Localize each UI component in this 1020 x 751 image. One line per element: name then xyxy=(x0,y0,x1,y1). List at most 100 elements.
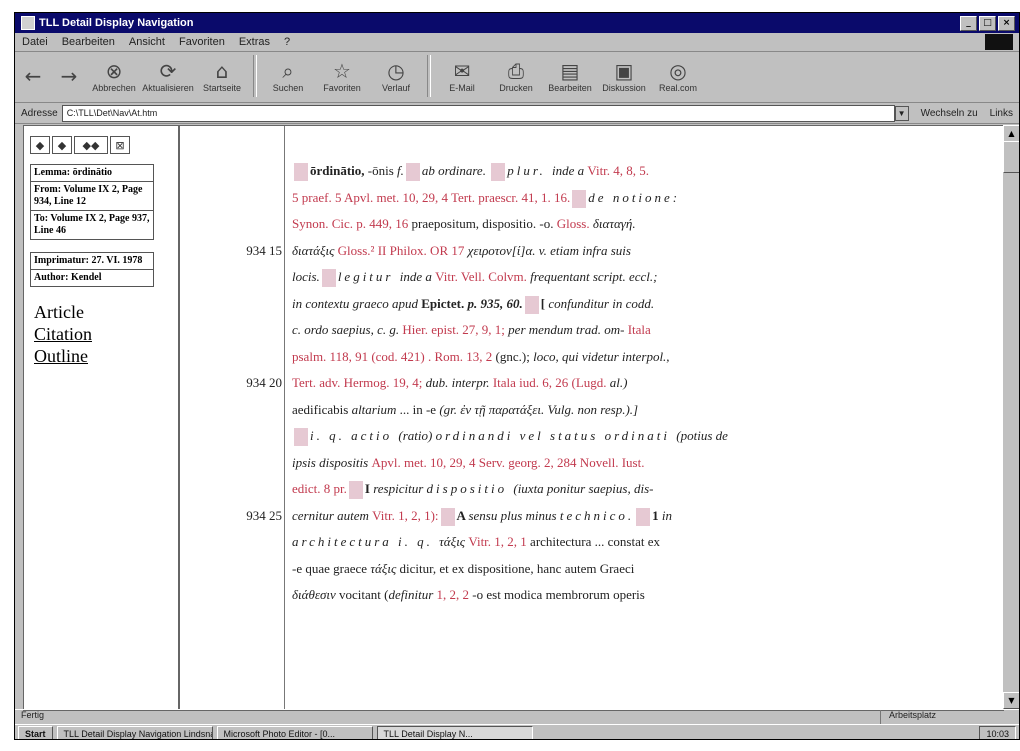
discuss-label: Diskussion xyxy=(602,83,646,93)
text-run: Itala xyxy=(627,322,651,337)
text-run: p. 935, 60. xyxy=(467,295,523,311)
window-controls: _ □ × xyxy=(960,15,1015,31)
refresh-label: Aktualisieren xyxy=(142,83,194,93)
address-label: Adresse xyxy=(21,107,58,119)
browser-window: TLL Detail Display Navigation _ □ × Date… xyxy=(14,12,1020,740)
menu-tools[interactable]: Extras xyxy=(232,36,277,48)
refresh-button[interactable]: ⟳ Aktualisieren xyxy=(141,52,195,100)
address-dropdown-icon[interactable]: ▼ xyxy=(894,105,909,121)
text-run: vocitant ( xyxy=(339,587,389,602)
lemma: Lemma: ōrdinātio xyxy=(31,165,153,182)
discuss-button[interactable]: ▣ Diskussion xyxy=(597,52,651,100)
outline-link[interactable]: Outline xyxy=(34,345,178,367)
text-run: -e quae graece xyxy=(292,560,371,576)
vertical-scrollbar[interactable]: ▲ ▼ xyxy=(1003,125,1019,709)
status-bar: Fertig Arbeitsplatz xyxy=(15,709,1019,724)
text-run: c. ordo saepius, c. g. xyxy=(292,322,403,337)
marker-icon xyxy=(524,295,539,314)
refresh-icon: ⟳ xyxy=(159,59,177,83)
article-link[interactable]: Article xyxy=(34,301,178,323)
text-run: (gr. ἐν τῇ παρατάξει. Vulg. non resp.).] xyxy=(439,401,639,417)
text-run: ipsis dispositis xyxy=(292,454,372,470)
text-run: Tert. adv. Hermog. 19, 4; xyxy=(292,375,426,390)
mail-label: E-Mail xyxy=(449,83,475,93)
text-run: per mendum trad. om- xyxy=(508,322,628,337)
go-button[interactable]: Wechseln zu xyxy=(915,108,984,119)
marker-icon xyxy=(572,189,587,208)
forward-button[interactable]: → xyxy=(51,52,87,100)
marker-icon xyxy=(321,269,336,288)
taskbar-item[interactable]: Microsoft Photo Editor - [0... xyxy=(216,726,373,739)
marker-icon xyxy=(636,507,651,526)
clock: 10:03 xyxy=(986,728,1009,739)
home-button[interactable]: ⌂ Startseite xyxy=(195,52,249,100)
jump-icon[interactable]: ◆◆ xyxy=(74,136,108,154)
text-run: legitur xyxy=(337,269,400,284)
next-icon[interactable]: ◆ xyxy=(52,136,72,154)
text-run: I xyxy=(364,481,374,496)
stop-icon: ⊗ xyxy=(105,59,123,83)
stop-button[interactable]: ⊗ Abbrechen xyxy=(87,52,141,100)
scroll-thumb[interactable] xyxy=(1003,141,1019,173)
menu-view[interactable]: Ansicht xyxy=(122,36,172,48)
article-line: ōrdinātio, -ōnis f. ab ordinare. plur. in… xyxy=(292,163,992,182)
menu-help[interactable]: ? xyxy=(277,36,297,48)
sidebar-links: Article Citation Outline xyxy=(34,301,178,367)
article-line: Tert. adv. Hermog. 19, 4; dub. interpr. … xyxy=(292,375,992,391)
taskbar-item-active[interactable]: TLL Detail Display N... xyxy=(376,726,533,739)
text-run: (iuxta ponitur saepius, dis- xyxy=(513,481,654,496)
start-button[interactable]: Start xyxy=(18,726,53,739)
citation-link[interactable]: Citation xyxy=(34,323,178,345)
text-run: Vitr. 4, 8, 5. xyxy=(587,163,650,178)
article-line: διάθεσιν vocitant (definitur 1, 2, 2 -o … xyxy=(292,587,992,603)
article-line: 5 praef. 5 Apvl. met. 10, 29, 4 Tert. pr… xyxy=(292,190,992,208)
text-run: de notione: xyxy=(588,189,681,205)
window-icon xyxy=(21,16,35,30)
scroll-up-icon[interactable]: ▲ xyxy=(1003,125,1019,142)
marker-icon xyxy=(348,481,363,500)
text-run: confunditur in codd. xyxy=(548,295,655,311)
favorites-button[interactable]: ☆ Favoriten xyxy=(315,52,369,100)
text-run: Itala iud. 6, 26 (Lugd. xyxy=(492,375,610,390)
line-number: 934 25 xyxy=(246,507,282,523)
text-run: A xyxy=(456,507,469,523)
text-run: ... in -e xyxy=(399,401,440,417)
edit-button[interactable]: ▤ Bearbeiten xyxy=(543,52,597,100)
close-panel-icon[interactable]: ⊠ xyxy=(110,136,130,154)
favorites-icon: ☆ xyxy=(333,59,351,83)
text-run: χειροτον[ί]α. v. etiam infra suis xyxy=(467,242,631,258)
taskbar-item[interactable]: TLL Detail Display Navigation Lindsnail … xyxy=(56,726,213,739)
discuss-icon: ▣ xyxy=(614,59,634,83)
article-line: architectura i. q. τάξις Vitr. 1, 2, 1 a… xyxy=(292,534,992,550)
favorites-label: Favoriten xyxy=(323,83,361,93)
mail-button[interactable]: ✉ E-Mail xyxy=(435,52,489,100)
marker-icon xyxy=(294,163,308,182)
back-button[interactable]: ← xyxy=(15,52,51,100)
menu-favorites[interactable]: Favoriten xyxy=(172,36,232,48)
text-run: in xyxy=(661,507,673,523)
taskbar: Start TLL Detail Display Navigation Lind… xyxy=(15,724,1019,739)
real-label: Real.com xyxy=(658,83,697,93)
home-label: Startseite xyxy=(202,83,242,93)
maximize-button[interactable]: □ xyxy=(979,15,996,31)
article-line: locis. legitur inde a Vitr. Vell. Colvm. … xyxy=(292,269,992,288)
print-button[interactable]: ⎙ Drucken xyxy=(489,52,543,100)
article-line: Synon. Cic. p. 449, 16 praepositum, disp… xyxy=(292,216,992,232)
links-button[interactable]: Links xyxy=(984,108,1019,119)
text-run: -ōnis xyxy=(367,163,398,178)
prev-icon[interactable]: ◆ xyxy=(30,136,50,154)
scroll-down-icon[interactable]: ▼ xyxy=(1003,692,1019,709)
history-button[interactable]: ◷ Verlauf xyxy=(369,52,423,100)
menu-file[interactable]: Datei xyxy=(15,36,55,48)
print-label: Drucken xyxy=(499,83,533,93)
address-input[interactable]: C:\TLL\Det\Nav\At.htm xyxy=(61,104,895,122)
edit-label: Bearbeiten xyxy=(548,83,592,93)
minimize-button[interactable]: _ xyxy=(960,15,977,31)
menu-edit[interactable]: Bearbeiten xyxy=(55,36,122,48)
window-title: TLL Detail Display Navigation xyxy=(39,17,194,29)
text-run: locis. xyxy=(292,269,320,284)
text-run: edict. 8 pr. xyxy=(292,481,347,496)
search-button[interactable]: ⌕ Suchen xyxy=(261,52,315,100)
real-button[interactable]: ◎ Real.com xyxy=(651,52,705,100)
close-button[interactable]: × xyxy=(998,15,1015,31)
